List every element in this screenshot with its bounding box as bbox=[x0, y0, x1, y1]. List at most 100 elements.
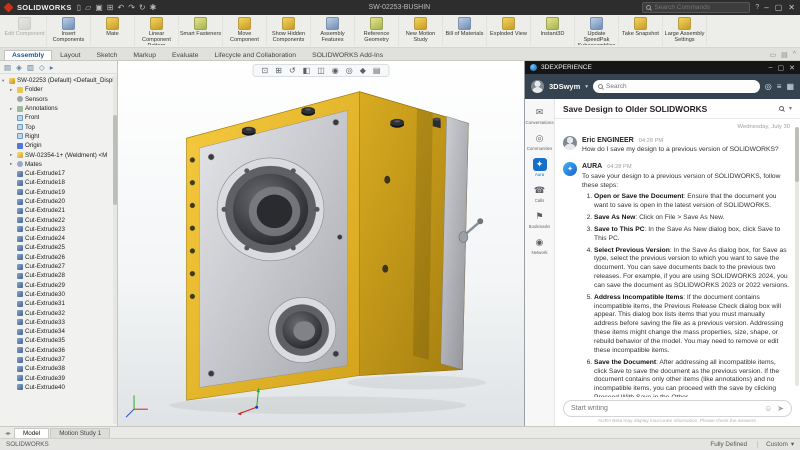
close-button[interactable]: ✕ bbox=[789, 64, 795, 72]
expand-arrow-icon[interactable]: ▸ bbox=[10, 152, 15, 158]
command-tab[interactable]: Lifecycle and Collaboration bbox=[206, 50, 304, 60]
open-file-icon[interactable]: ▱ bbox=[85, 3, 91, 12]
command-tab[interactable]: Sketch bbox=[89, 50, 126, 60]
configuration-selector[interactable]: Custom ▾ bbox=[757, 441, 794, 448]
tree-item[interactable]: Origin bbox=[2, 141, 117, 150]
dimxpert-tab-icon[interactable]: ◇ bbox=[39, 63, 45, 72]
undo-icon[interactable]: ↶ bbox=[118, 3, 125, 12]
ribbon-button[interactable]: Linear Component Pattern bbox=[135, 16, 179, 46]
expand-arrow-icon[interactable]: ▾ bbox=[2, 78, 7, 84]
tree-item[interactable]: Cut-Extrude32 bbox=[2, 308, 117, 317]
tree-item[interactable]: Cut-Extrude23 bbox=[2, 225, 117, 234]
tree-item[interactable]: Cut-Extrude35 bbox=[2, 336, 117, 345]
tree-item[interactable]: Top bbox=[2, 122, 117, 131]
tree-item[interactable]: ▸ Mates bbox=[2, 160, 117, 169]
chevron-down-icon[interactable]: ▾ bbox=[789, 105, 792, 112]
tree-item[interactable]: Cut-Extrude22 bbox=[2, 215, 117, 224]
chevron-down-icon[interactable]: ▾ bbox=[585, 84, 588, 90]
tree-item[interactable]: Cut-Extrude33 bbox=[2, 318, 117, 327]
menu-icon[interactable]: ≡ bbox=[777, 82, 782, 91]
command-tab[interactable]: Markup bbox=[125, 50, 164, 60]
hide-show-items-icon[interactable]: ◎ bbox=[346, 66, 353, 75]
chat-input-box[interactable]: ☺➤ bbox=[563, 400, 792, 417]
save-icon[interactable]: ▣ bbox=[95, 3, 103, 12]
options-icon[interactable]: ✱ bbox=[150, 3, 157, 12]
3d-model[interactable] bbox=[118, 61, 524, 426]
command-search-box[interactable] bbox=[642, 2, 750, 13]
minimize-button[interactable]: – bbox=[764, 3, 768, 12]
tree-item[interactable]: Right bbox=[2, 132, 117, 141]
collapse-ribbon-icon[interactable]: ^ bbox=[793, 51, 796, 59]
display-style-icon[interactable]: ◉ bbox=[332, 66, 339, 75]
emoji-icon[interactable]: ☺ bbox=[764, 404, 772, 413]
tree-item[interactable]: Cut-Extrude28 bbox=[2, 271, 117, 280]
edit-appearance-icon[interactable]: ◆ bbox=[360, 66, 366, 75]
user-avatar[interactable] bbox=[531, 80, 544, 93]
tree-item[interactable]: Cut-Extrude39 bbox=[2, 374, 117, 383]
ribbon-button[interactable]: Exploded View bbox=[487, 16, 531, 46]
new-file-icon[interactable]: ▯ bbox=[77, 3, 81, 12]
tree-item[interactable]: Cut-Extrude34 bbox=[2, 327, 117, 336]
rail-communities[interactable]: ◎ Communities bbox=[527, 132, 553, 151]
task-pane-icon[interactable]: ▤ bbox=[781, 51, 788, 59]
ribbon-button[interactable]: Reference Geometry bbox=[355, 16, 399, 46]
apps-icon[interactable]: ▦ bbox=[786, 82, 794, 91]
tree-item[interactable]: Cut-Extrude20 bbox=[2, 197, 117, 206]
tree-item[interactable]: Cut-Extrude24 bbox=[2, 234, 117, 243]
ribbon-button[interactable]: Assembly Features bbox=[311, 16, 355, 46]
ribbon-button[interactable]: New Motion Study bbox=[399, 16, 443, 46]
expand-arrow-icon[interactable]: ▸ bbox=[10, 106, 15, 112]
view-orientation-icon[interactable]: ◫ bbox=[317, 66, 325, 75]
tag-icon[interactable]: ◎ bbox=[765, 82, 772, 91]
section-view-icon[interactable]: ◧ bbox=[303, 66, 311, 75]
minimize-button[interactable]: – bbox=[769, 64, 773, 72]
chat-scrollbar[interactable] bbox=[795, 127, 799, 386]
command-tab[interactable]: Assembly bbox=[4, 50, 52, 60]
ribbon-button[interactable]: Insert Components bbox=[47, 16, 91, 46]
viewport-3d[interactable]: ⊡⊞↺◧◫◉◎◆▤ bbox=[118, 61, 524, 426]
tree-item[interactable]: Cut-Extrude40 bbox=[2, 383, 117, 392]
tree-item[interactable]: Cut-Extrude27 bbox=[2, 262, 117, 271]
command-tab[interactable]: Layout bbox=[52, 50, 88, 60]
ribbon-button[interactable]: Show Hidden Components bbox=[267, 16, 311, 46]
zoom-fit-icon[interactable]: ⊡ bbox=[262, 66, 269, 75]
expand-arrow-icon[interactable]: ▸ bbox=[10, 87, 15, 93]
tree-item[interactable]: Cut-Extrude21 bbox=[2, 206, 117, 215]
chat-input[interactable] bbox=[571, 405, 759, 412]
close-button[interactable]: ✕ bbox=[788, 3, 795, 12]
ribbon-button[interactable]: Update SpeedPak Subassemblies bbox=[575, 16, 619, 46]
help-icon[interactable]: ? bbox=[755, 4, 759, 11]
zoom-area-icon[interactable]: ⊞ bbox=[275, 66, 282, 75]
previous-view-icon[interactable]: ↺ bbox=[289, 66, 296, 75]
display-pane-icon[interactable]: ▭ bbox=[769, 51, 776, 59]
rebuild-icon[interactable]: ↻ bbox=[139, 3, 146, 12]
display-pane-toggle-icon[interactable]: ▸ bbox=[50, 63, 54, 72]
ribbon-button[interactable]: Large Assembly Settings bbox=[663, 16, 707, 46]
maximize-button[interactable]: ▢ bbox=[778, 64, 785, 72]
swym-search-input[interactable] bbox=[606, 83, 755, 90]
ribbon-button[interactable]: Edit Component bbox=[3, 16, 47, 46]
expand-arrow-icon[interactable]: ▸ bbox=[10, 161, 15, 167]
tree-item[interactable]: Front bbox=[2, 113, 117, 122]
tree-item[interactable]: Cut-Extrude31 bbox=[2, 299, 117, 308]
model-tab[interactable]: Model bbox=[14, 428, 49, 438]
tree-item[interactable]: Cut-Extrude25 bbox=[2, 243, 117, 252]
ribbon-button[interactable]: Take Snapshot bbox=[619, 16, 663, 46]
tree-item[interactable]: Cut-Extrude36 bbox=[2, 346, 117, 355]
tree-item[interactable]: ▸ Folder bbox=[2, 85, 117, 94]
tree-item[interactable]: Cut-Extrude37 bbox=[2, 355, 117, 364]
tree-item[interactable]: ▸ SW-02354-1+ (Weldment) <M bbox=[2, 150, 117, 159]
redo-icon[interactable]: ↷ bbox=[128, 3, 135, 12]
rail-bookmarks[interactable]: ⚑ Bookmarks bbox=[529, 210, 551, 229]
tab-scroll-right-icon[interactable]: ▸ bbox=[8, 431, 11, 437]
ribbon-button[interactable]: Move Component bbox=[223, 16, 267, 46]
rail-conversations[interactable]: ✉ Conversations bbox=[525, 106, 553, 125]
tree-item[interactable]: Cut-Extrude30 bbox=[2, 290, 117, 299]
featuremanager-tab-icon[interactable]: ▤ bbox=[4, 63, 11, 72]
tree-item[interactable]: Sensors bbox=[2, 95, 117, 104]
model-tab[interactable]: Motion Study 1 bbox=[50, 428, 110, 438]
command-tab[interactable]: Evaluate bbox=[164, 50, 206, 60]
tree-scrollbar[interactable] bbox=[113, 75, 117, 424]
chat-messages[interactable]: Wednesday, July 30 Eric ENGINEER 04:28 P… bbox=[555, 119, 800, 397]
send-icon[interactable]: ➤ bbox=[777, 404, 784, 413]
